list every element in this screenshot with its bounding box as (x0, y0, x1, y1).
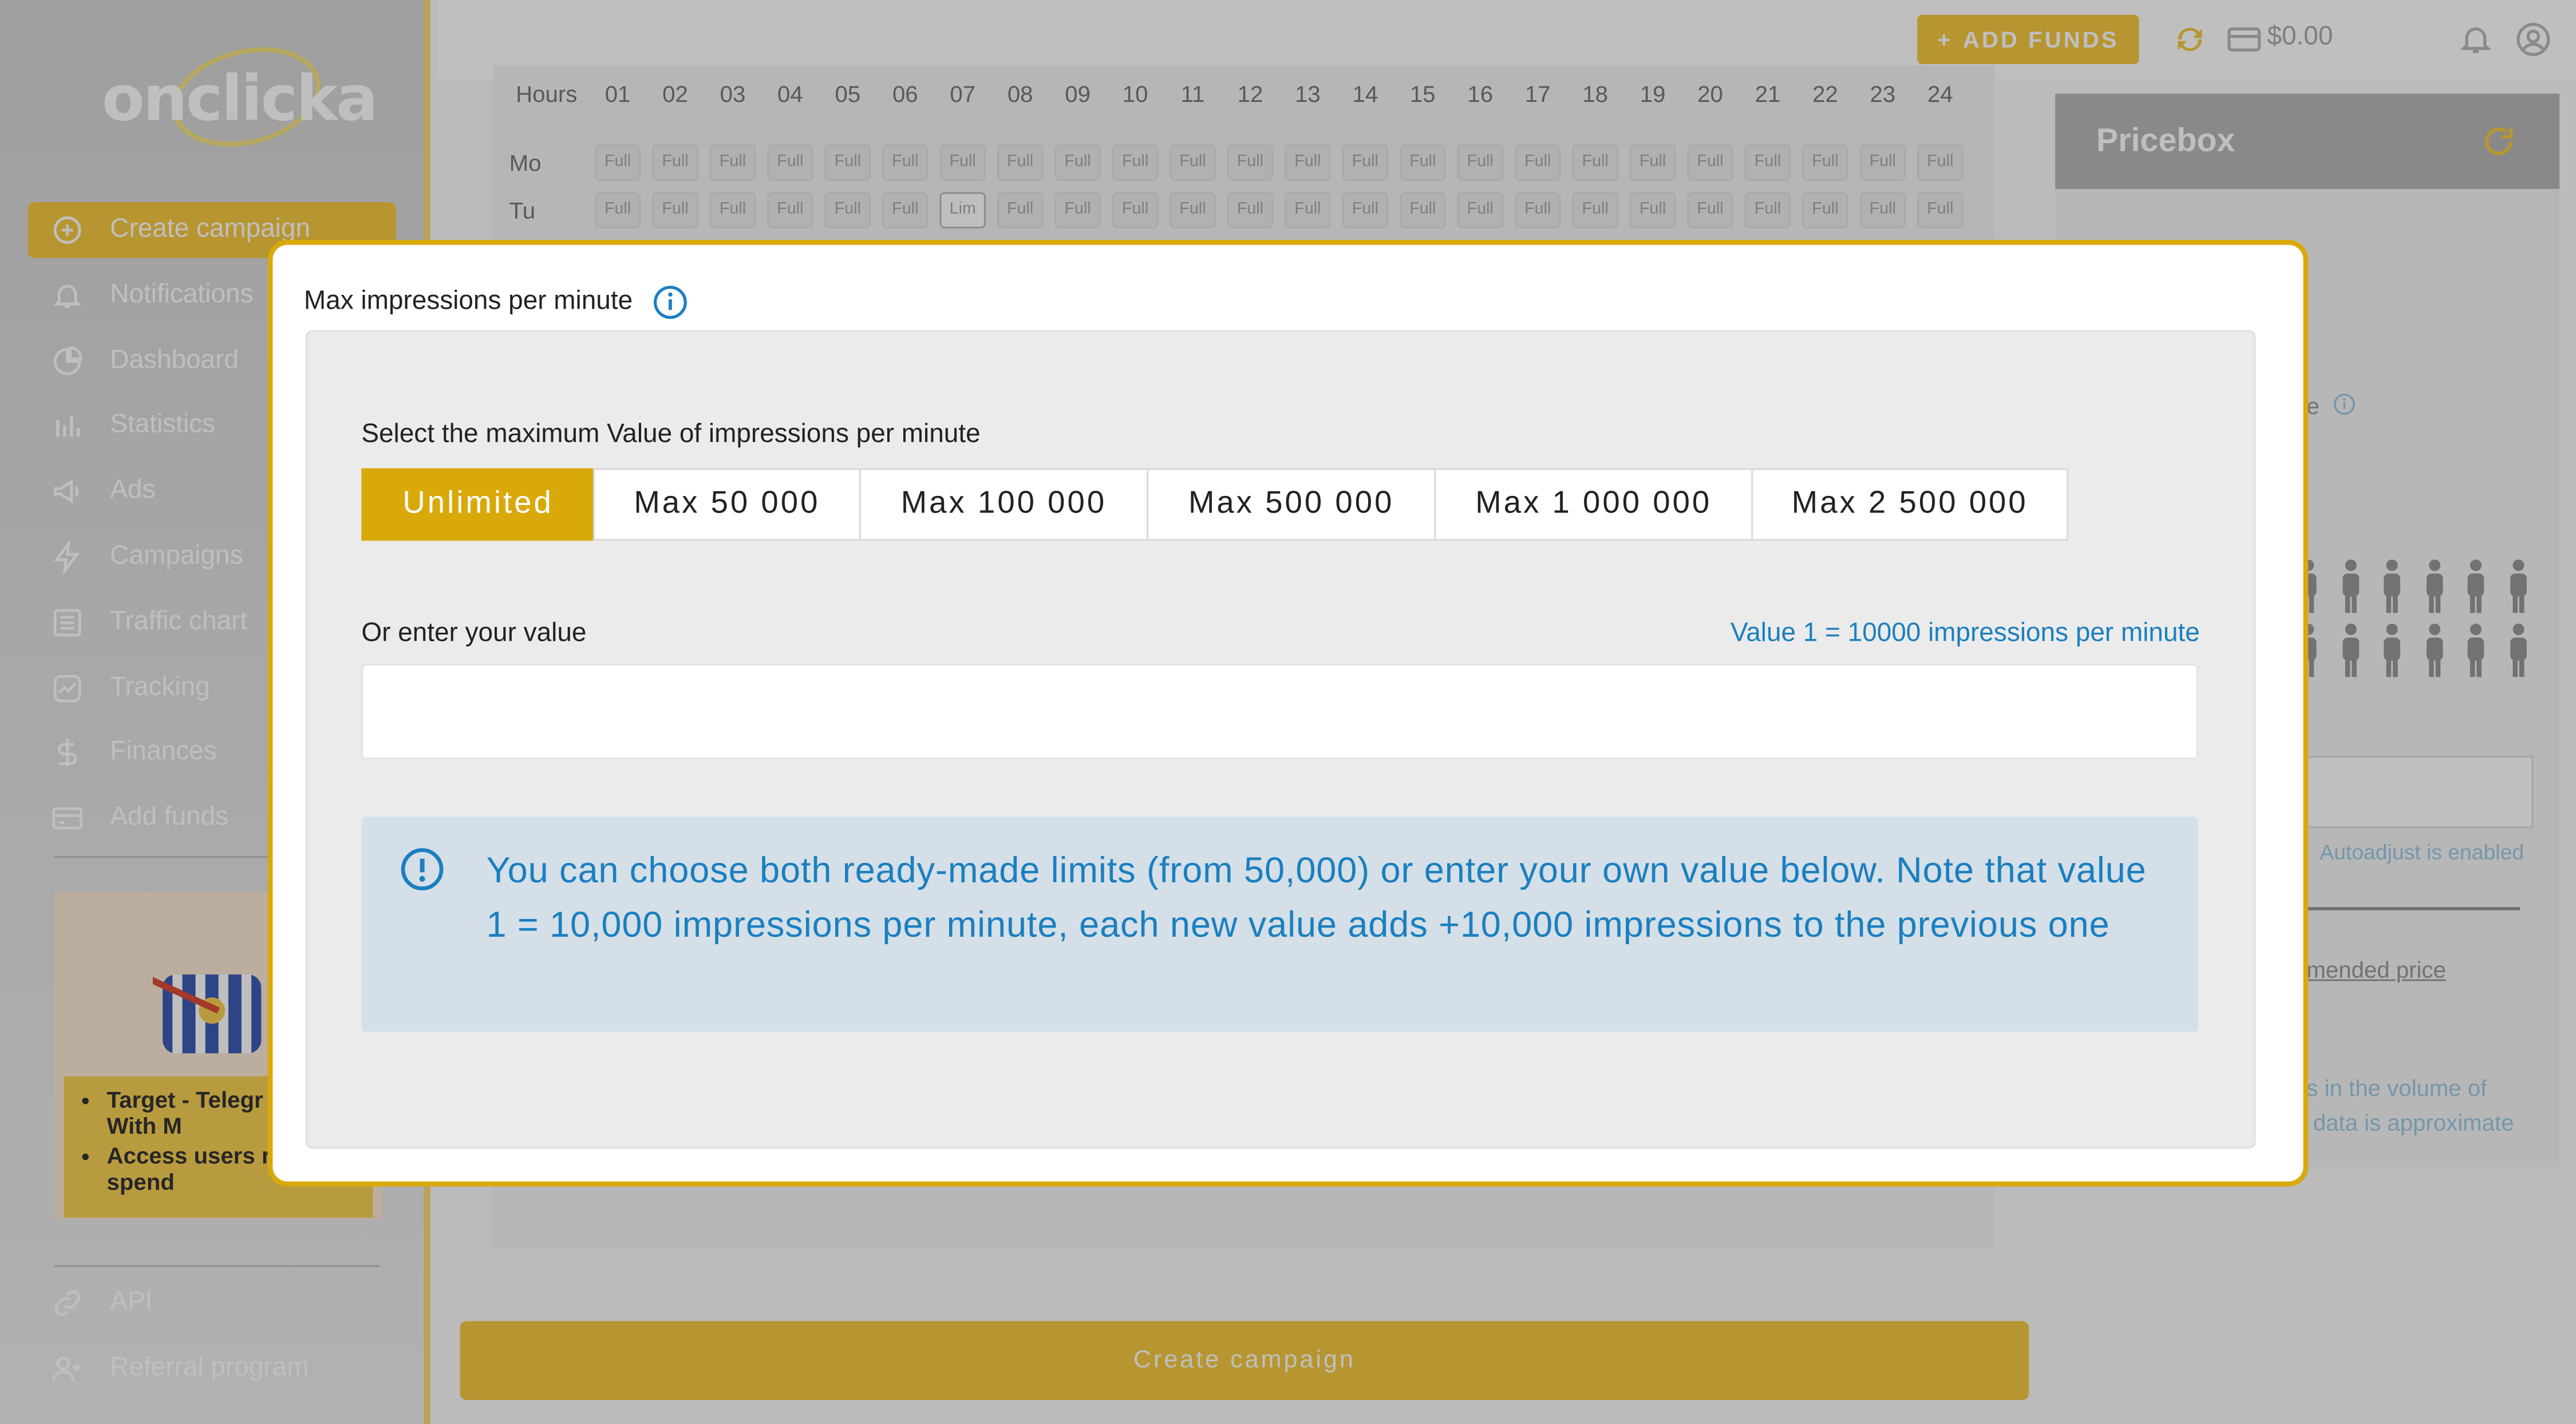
info-icon[interactable] (653, 284, 689, 320)
modal-title: Max impressions per minute (303, 287, 633, 316)
limit-option-button[interactable]: Unlimited (361, 468, 595, 541)
limit-option-button[interactable]: Max 1 000 000 (1434, 468, 1753, 541)
notice-text: You can choose both ready-made limits (f… (486, 849, 2147, 945)
limit-button-group: Unlimited Max 50 000 Max 100 000 Max 500 00… (361, 468, 2069, 541)
modal-body: Select the maximum Value of impressions … (305, 330, 2256, 1149)
max-impressions-modal: Max impressions per minute Select the ma… (267, 240, 2309, 1187)
modal-title-row: Max impressions per minute (304, 284, 689, 320)
limit-option-button[interactable]: Max 100 000 (859, 468, 1149, 541)
limit-option-button[interactable]: Max 2 500 000 (1751, 468, 2069, 541)
app-root: onclicka Create campaign Notifications Das… (0, 0, 2576, 1424)
custom-value-input[interactable] (361, 664, 2198, 759)
info-notice: You can choose both ready-made limits (f… (361, 816, 2198, 1032)
enter-value-label: Or enter your value (361, 619, 587, 648)
limit-option-button[interactable]: Max 50 000 (593, 468, 861, 541)
value-hint: Value 1 = 10000 impressions per minute (1730, 619, 2200, 648)
alert-circle-icon (401, 848, 444, 891)
limit-option-button[interactable]: Max 500 000 (1147, 468, 1436, 541)
select-limit-label: Select the maximum Value of impressions … (361, 420, 981, 449)
